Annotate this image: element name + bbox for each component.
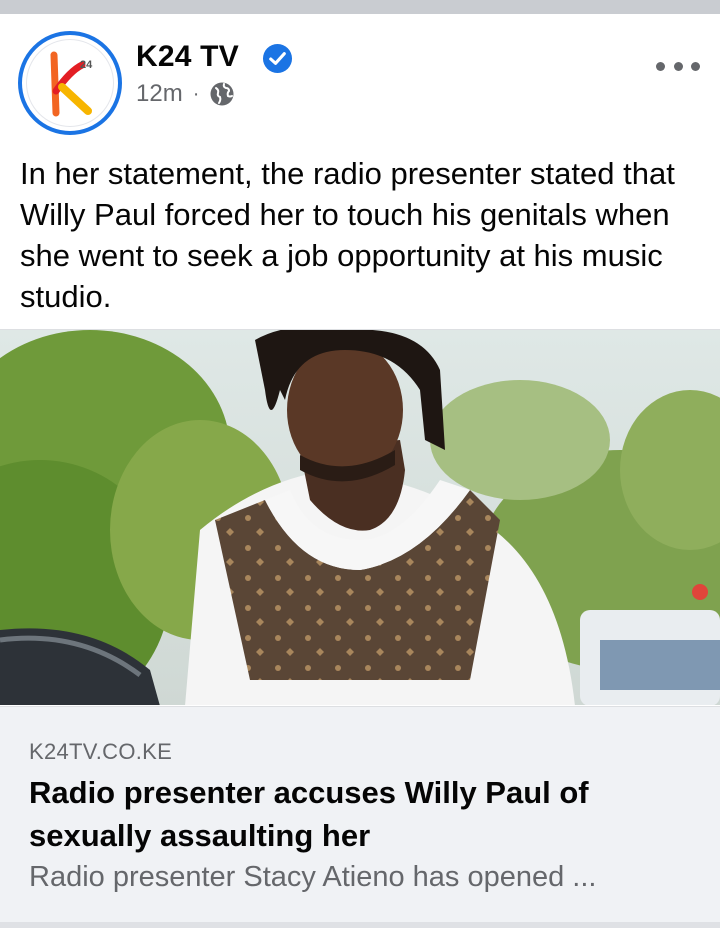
post-photo[interactable]: [0, 329, 720, 705]
post-meta: 12m ·: [136, 80, 235, 108]
post-text: In her statement, the radio presenter st…: [20, 156, 675, 314]
link-title: Radio presenter accuses Willy Paul of se…: [29, 775, 589, 853]
more-options-icon[interactable]: [656, 54, 700, 78]
link-domain: K24TV.CO.KE: [29, 739, 173, 764]
post-header: 24 K24 TV 12m ·: [0, 14, 720, 150]
page-name[interactable]: K24 TV: [136, 40, 239, 74]
meta-separator: ·: [192, 82, 200, 105]
feed-divider-bottom: [0, 922, 720, 928]
page-avatar[interactable]: 24: [18, 31, 122, 135]
verified-badge-icon: [262, 43, 293, 74]
post-timestamp[interactable]: 12m: [136, 80, 183, 108]
k24-logo-icon: 24: [50, 51, 93, 117]
globe-icon: [210, 82, 234, 106]
photo-image: [0, 330, 720, 705]
k24-logo: 24: [26, 39, 114, 127]
more-dot: [691, 61, 700, 71]
more-dot: [673, 61, 683, 71]
link-description: Radio presenter Stacy Atieno has opened …: [29, 861, 597, 893]
link-preview-card[interactable]: K24TV.CO.KE Radio presenter accuses Will…: [0, 706, 720, 928]
svg-text:24: 24: [80, 59, 93, 71]
more-dot: [656, 61, 665, 71]
feed-divider-top: [0, 0, 720, 14]
